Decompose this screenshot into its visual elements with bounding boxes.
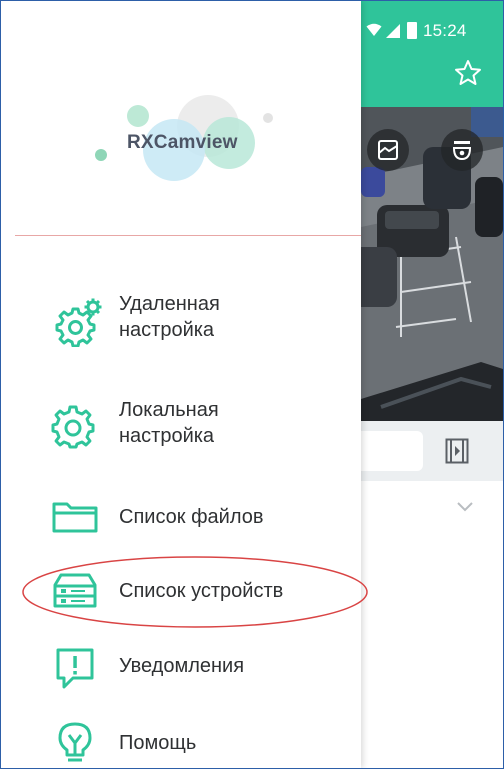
chevron-down-icon[interactable]: [456, 501, 474, 513]
status-time: 15:24: [423, 21, 467, 40]
status-bar: 15:24: [361, 1, 503, 43]
menu-item-file-list[interactable]: Список файлов: [1, 501, 361, 533]
alert-message-icon: [56, 648, 94, 689]
menu-item-device-list[interactable]: Список устройств: [1, 573, 361, 609]
logo-text: RXCamview: [127, 132, 238, 153]
menu-item-local-settings[interactable]: Локальная настройка: [1, 397, 361, 461]
signal-icon: [386, 24, 400, 38]
menu-label-help: Помощь: [119, 732, 197, 754]
menu-label-file-list: Список файлов: [119, 506, 264, 528]
camera-live-view[interactable]: [361, 107, 503, 421]
drawer-divider: [15, 235, 361, 236]
wifi-icon: [366, 23, 382, 36]
gears-icon: [55, 298, 102, 347]
menu-label-local-settings: Локальная настройка: [119, 399, 219, 447]
menu-item-remote-settings[interactable]: Удаленная настройка: [1, 291, 361, 355]
menu-label-remote-settings: Удаленная настройка: [119, 293, 220, 341]
channel-input[interactable]: [361, 431, 423, 471]
star-icon[interactable]: [453, 58, 483, 88]
battery-icon: [407, 22, 417, 39]
video-playback-icon[interactable]: [445, 438, 469, 464]
gear-icon: [51, 405, 95, 449]
menu-label-notifications: Уведомления: [119, 655, 245, 677]
folder-icon: [52, 502, 98, 533]
app-logo: RXCamview: [87, 89, 277, 189]
controls-row: [361, 421, 503, 481]
snapshot-button[interactable]: [367, 129, 409, 171]
app-toolbar: [361, 43, 503, 107]
dvr-device-icon: [53, 573, 97, 608]
dome-camera-icon: [452, 141, 472, 161]
ptz-button[interactable]: [441, 129, 483, 171]
menu-label-device-list: Список устройств: [119, 580, 284, 602]
navigation-drawer: RXCamview Удаленная настройка Локальная …: [1, 1, 368, 768]
menu-item-notifications[interactable]: Уведомления: [1, 647, 361, 691]
screen: 15:24 RXCamview Удаленная настройка Лока…: [0, 0, 504, 769]
snapshot-icon: [378, 140, 398, 160]
menu-item-help[interactable]: Помощь: [1, 721, 361, 765]
lightbulb-icon: [58, 722, 92, 762]
